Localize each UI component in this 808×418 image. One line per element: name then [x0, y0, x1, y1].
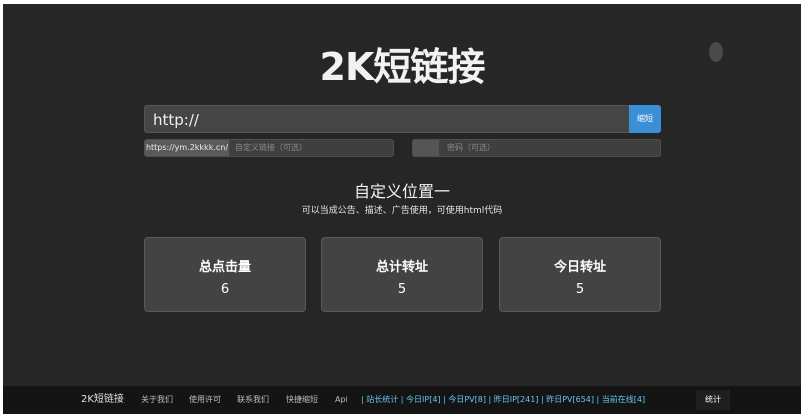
stat-value: 5 [575, 282, 585, 297]
ad-title: 自定义位置一 [353, 182, 450, 201]
url-form: http:// 缩短 [144, 105, 661, 133]
url-input[interactable]: http:// [144, 105, 629, 133]
ad-subtitle: 可以当成公告、描述、广告使用，可使用html代码 [301, 206, 503, 216]
page-frame: 2K短链接 http:// 缩短 https://ym.2kkkk.cn/ 自定… [3, 4, 801, 414]
footer-site-stats[interactable]: | 站长统计 | 今日IP[4] | 今日PV[8] | 昨日IP[241] |… [361, 386, 645, 414]
stat-card-today-links: 今日转址 5 [499, 237, 661, 312]
stat-value: 6 [220, 282, 230, 297]
custom-link-input[interactable]: 自定义链接（可选） [235, 140, 307, 156]
stat-card-total-links: 总计转址 5 [321, 237, 483, 312]
footer-brand[interactable]: 2K短链接 [81, 386, 124, 414]
circle-icon[interactable] [709, 42, 723, 62]
stat-value: 5 [397, 282, 407, 297]
domain-prefix: https://ym.2kkkk.cn/ [145, 140, 229, 156]
lock-icon [413, 140, 439, 156]
footer-link-license[interactable]: 使用许可 [189, 386, 221, 414]
site-title: 2K短链接 [319, 45, 486, 89]
stats-button[interactable]: 统计 [696, 390, 730, 410]
shorten-button[interactable]: 缩短 [629, 105, 661, 133]
stat-card-total-clicks: 总点击量 6 [144, 237, 306, 312]
footer-link-contact[interactable]: 联系我们 [237, 386, 269, 414]
stat-label: 总计转址 [375, 260, 428, 275]
footer: 2K短链接 关于我们 使用许可 联系我们 快捷缩短 Api | 站长统计 | 今… [3, 386, 801, 414]
stat-label: 今日转址 [553, 260, 606, 275]
stat-label: 总点击量 [198, 260, 251, 275]
footer-link-quick[interactable]: 快捷缩短 [286, 386, 318, 414]
footer-link-api[interactable]: Api [335, 386, 348, 414]
custom-link-group: https://ym.2kkkk.cn/ 自定义链接（可选） [144, 139, 394, 157]
password-group: 密码（可选） [412, 139, 661, 157]
password-input[interactable]: 密码（可选） [447, 140, 495, 156]
footer-link-about[interactable]: 关于我们 [141, 386, 173, 414]
